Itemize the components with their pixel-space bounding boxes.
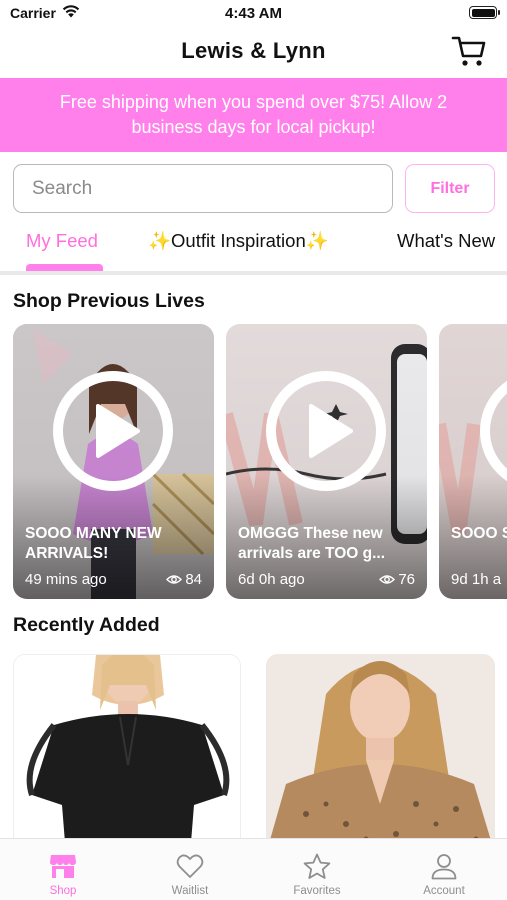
- tabs-divider: [0, 271, 507, 275]
- play-icon[interactable]: [479, 370, 507, 492]
- recently-added-carousel[interactable]: [0, 654, 507, 840]
- play-icon[interactable]: [265, 370, 387, 492]
- feed-tabs: My Feed ✨Outfit Inspiration✨ What's New: [0, 224, 507, 272]
- star-icon: [303, 853, 331, 879]
- store-title: Lewis & Lynn: [181, 38, 326, 63]
- bottom-tab-shop[interactable]: Shop: [0, 839, 126, 900]
- tab-outfit-inspiration[interactable]: ✨Outfit Inspiration✨: [148, 230, 329, 252]
- bottom-tab-account[interactable]: Account: [381, 839, 507, 900]
- live-caption: SOOO MANY NEW ARRIVALS!: [25, 525, 162, 562]
- eye-icon: [379, 575, 396, 584]
- bottom-tab-label: Waitlist: [171, 885, 209, 897]
- nav-bar: Lewis & Lynn: [0, 28, 507, 78]
- bottom-tab-label: Account: [423, 885, 465, 897]
- bottom-tab-label: Shop: [49, 885, 77, 897]
- live-views: 84: [166, 571, 202, 588]
- product-image: [14, 655, 240, 840]
- heart-icon: [176, 854, 204, 878]
- product-card[interactable]: [13, 654, 241, 840]
- bottom-tab-label: Favorites: [293, 885, 341, 897]
- status-bar: Carrier 4:43 AM: [0, 0, 507, 28]
- live-caption: OMGGG These new arrivals are TOO g...: [238, 525, 386, 562]
- account-icon: [431, 854, 457, 880]
- previous-lives-carousel[interactable]: SOOO MANY NEW ARRIVALS! 49 mins ago 84 O…: [0, 324, 507, 600]
- live-caption: SOOO SPRING: [451, 525, 507, 542]
- live-time: 6d 0h ago: [238, 571, 305, 588]
- promo-text: Free shipping when you spend over $75! A…: [59, 92, 448, 137]
- play-icon[interactable]: [52, 370, 174, 492]
- promo-banner: Free shipping when you spend over $75! A…: [0, 78, 507, 152]
- bottom-tab-favorites[interactable]: Favorites: [254, 839, 380, 900]
- live-video-card[interactable]: SOOO MANY NEW ARRIVALS! 49 mins ago 84: [13, 324, 214, 599]
- view-count: 84: [185, 571, 202, 588]
- active-tab-indicator: [26, 264, 103, 271]
- status-time: 4:43 AM: [225, 5, 282, 22]
- live-time: 9d 1h a: [451, 571, 502, 588]
- search-row: Filter: [0, 164, 507, 214]
- tab-my-feed[interactable]: My Feed: [26, 230, 98, 252]
- battery-icon: [469, 6, 500, 19]
- product-image: [266, 654, 495, 840]
- product-card[interactable]: [266, 654, 495, 840]
- view-count: 76: [398, 571, 415, 588]
- live-video-card[interactable]: SOOO SPRING 9d 1h a: [439, 324, 507, 599]
- live-views: 76: [379, 571, 415, 588]
- eye-icon: [166, 575, 183, 584]
- tab-whats-new[interactable]: What's New: [397, 230, 495, 252]
- search-input[interactable]: [13, 164, 393, 213]
- live-video-card[interactable]: OMGGG These new arrivals are TOO g... 6d…: [226, 324, 427, 599]
- section-title-recently-added: Recently Added: [13, 614, 160, 636]
- filter-button[interactable]: Filter: [405, 164, 495, 213]
- section-title-previous-lives: Shop Previous Lives: [13, 290, 205, 312]
- bottom-tab-bar: Shop Waitlist Favorites Account: [0, 838, 507, 900]
- shop-icon: [50, 855, 76, 878]
- live-time: 49 mins ago: [25, 571, 107, 588]
- cart-icon[interactable]: [451, 34, 487, 68]
- bottom-tab-waitlist[interactable]: Waitlist: [127, 839, 253, 900]
